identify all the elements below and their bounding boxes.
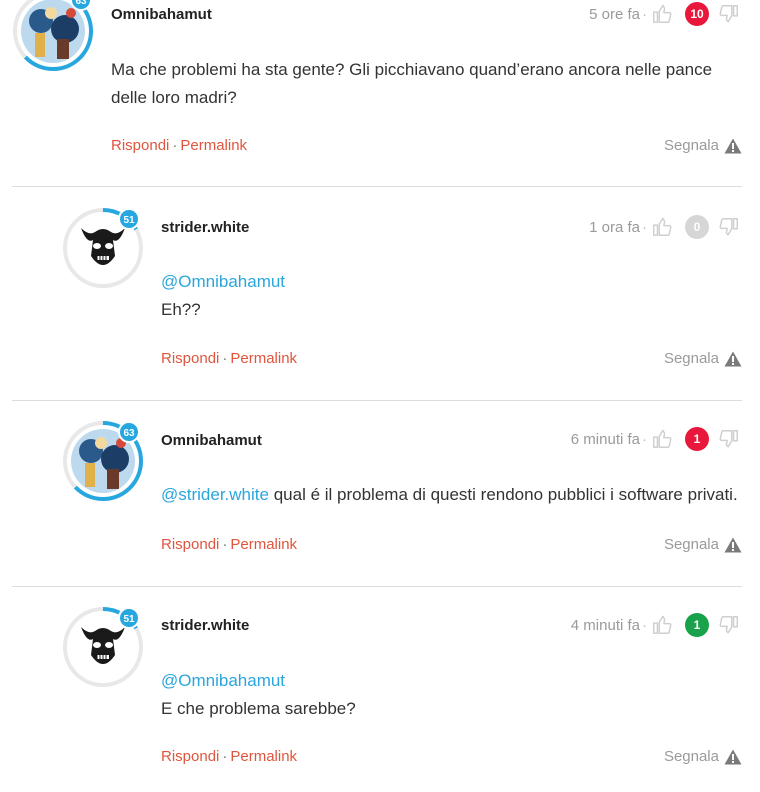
action-separator: · [172,137,178,154]
comment-body: E che problema sarebbe? [161,699,356,718]
report-label: Segnala [663,536,719,553]
comment-text: @strider.white qual é il problema di que… [161,481,751,509]
avatar[interactable]: 63 [62,420,144,502]
avatar[interactable]: 63 [12,0,94,72]
timestamp[interactable]: 5 ore fa [589,6,640,23]
report-button[interactable]: Segnala [664,137,742,154]
avatar[interactable]: 51 [62,606,144,688]
comment-actions: Rispondi · Permalink [161,748,297,765]
action-separator: · [222,350,228,367]
mention-link[interactable]: @strider.white [161,485,269,504]
vote-score: 0 [685,215,709,239]
username[interactable]: strider.white [161,617,249,634]
reply-link[interactable]: Rispondi [111,137,169,154]
action-separator: · [222,748,228,765]
username[interactable]: Omnibahamut [111,6,212,23]
comment-meta: 4 minuti fa · 1 [571,612,740,638]
comment-divider [12,400,742,401]
comment-meta: 5 ore fa · 10 [589,1,740,27]
thumbs-up-icon[interactable] [651,614,673,636]
comment-actions: Rispondi · Permalink [111,137,247,154]
comment-body: Ma che problemi ha sta gente? Gli picchi… [111,60,713,107]
vote-score: 1 [685,427,709,451]
username[interactable]: Omnibahamut [161,432,262,449]
thumbs-down-icon[interactable] [718,428,740,450]
vote-score: 10 [685,2,709,26]
comment-actions: Rispondi · Permalink [161,536,297,553]
report-button[interactable]: Segnala [664,536,742,553]
comment-text: @Omnibahamut E che problema sarebbe? [161,667,741,723]
permalink-link[interactable]: Permalink [230,350,297,367]
timestamp[interactable]: 6 minuti fa [571,431,640,448]
comment-meta: 1 ora fa · 0 [589,214,740,240]
comment-divider [12,186,742,187]
mention-link[interactable]: @Omnibahamut [161,667,741,695]
report-button[interactable]: Segnala [664,748,742,765]
comment-divider [12,586,742,587]
meta-separator: · [642,616,647,634]
comment-body: Eh?? [161,300,201,319]
warning-icon [724,138,742,153]
level-badge: 51 [118,607,140,629]
reply-link[interactable]: Rispondi [161,748,219,765]
meta-separator: · [642,430,647,448]
thumbs-down-icon[interactable] [718,3,740,25]
warning-icon [724,749,742,764]
reply-link[interactable]: Rispondi [161,536,219,553]
report-button[interactable]: Segnala [664,350,742,367]
timestamp[interactable]: 4 minuti fa [571,617,640,634]
reply-link[interactable]: Rispondi [161,350,219,367]
meta-separator: · [642,218,647,236]
permalink-link[interactable]: Permalink [230,536,297,553]
username[interactable]: strider.white [161,219,249,236]
permalink-link[interactable]: Permalink [180,137,247,154]
comment-meta: 6 minuti fa · 1 [571,426,740,452]
comment-text: Ma che problemi ha sta gente? Gli picchi… [111,56,741,112]
warning-icon [724,351,742,366]
report-label: Segnala [663,137,719,154]
thumbs-down-icon[interactable] [718,216,740,238]
thumbs-up-icon[interactable] [651,216,673,238]
action-separator: · [222,536,228,553]
mention-link[interactable]: @Omnibahamut [161,268,741,296]
permalink-link[interactable]: Permalink [230,748,297,765]
meta-separator: · [642,5,647,23]
warning-icon [724,537,742,552]
level-badge: 51 [118,208,140,230]
thumbs-up-icon[interactable] [651,428,673,450]
avatar[interactable]: 51 [62,207,144,289]
report-label: Segnala [663,748,719,765]
comment-body: qual é il problema di questi rendono pub… [273,485,738,504]
report-label: Segnala [663,350,719,367]
comment-actions: Rispondi · Permalink [161,350,297,367]
vote-score: 1 [685,613,709,637]
comment-text: @Omnibahamut Eh?? [161,268,741,324]
timestamp[interactable]: 1 ora fa [589,219,640,236]
level-badge: 63 [118,421,140,443]
thumbs-up-icon[interactable] [651,3,673,25]
thumbs-down-icon[interactable] [718,614,740,636]
